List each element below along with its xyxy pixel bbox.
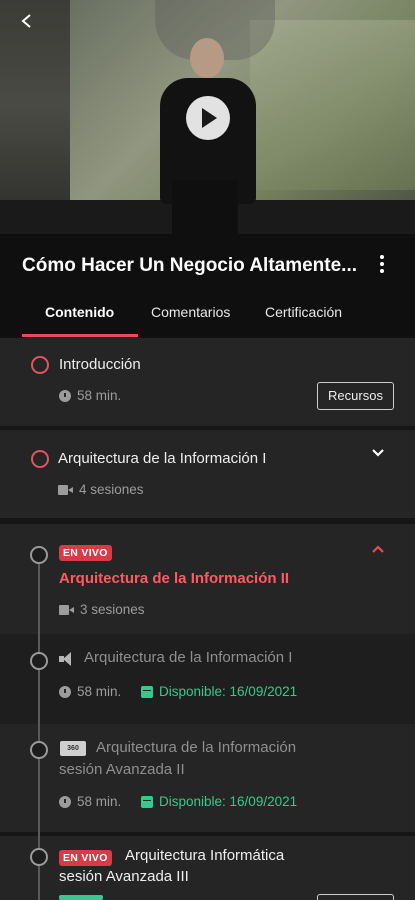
sessions-text: 4 sesiones [79,482,144,497]
lesson-availability: Disponible: 16/09/2021 [141,794,297,809]
video-camera-icon [59,604,74,615]
module-sessions: 3 sesiones [59,602,145,617]
more-options-button[interactable] [372,252,392,280]
status-chip [59,895,103,900]
video-background-light [250,20,415,190]
module-arquitectura-2[interactable]: EN VIVO Arquitectura de la Información I… [0,524,415,634]
lesson-item[interactable]: EN VIVO Arquitectura Informática sesión … [0,836,415,900]
tab-comentarios[interactable]: Comentarios [151,304,230,320]
resources-button[interactable]: Recursos [317,382,394,410]
calendar-icon [141,795,153,808]
sessions-text: 3 sesiones [80,602,145,617]
arrow-left-icon [21,14,31,28]
play-button[interactable] [186,96,230,140]
clock-icon [59,685,71,698]
course-title: Cómo Hacer Un Negocio Altamente... [22,255,358,276]
clock-icon [59,389,71,402]
clock-icon [59,795,71,808]
duration-text: 58 min. [77,794,122,809]
more-vertical-icon [372,255,392,273]
document-icon: 360 [60,741,86,756]
module-title: Introducción [59,356,141,373]
course-header: Cómo Hacer Un Negocio Altamente... Conte… [0,234,415,338]
duration-text: 58 min. [77,684,122,699]
module-arquitectura-1[interactable]: Arquitectura de la Información I 4 sesio… [0,430,415,518]
lesson-item[interactable]: Arquitectura de la Información I 58 min.… [0,634,415,724]
duration-text: 58 min. [77,388,122,403]
back-button[interactable] [12,8,42,34]
lesson-duration: 58 min. [59,684,121,699]
progress-circle [31,450,49,468]
lesson-title: Arquitectura de la Información I [84,649,293,666]
calendar-icon [141,685,153,698]
tab-contenido[interactable]: Contenido [45,304,114,320]
lesson-duration: 58 min. [59,794,121,809]
lesson-title-line1: Arquitectura Informática [125,847,285,864]
lesson-title-line1: Arquitectura de la Información [96,739,297,756]
module-title: Arquitectura de la Información II [59,570,290,587]
video-camera-icon [58,484,73,495]
tab-certificacion[interactable]: Certificación [265,304,342,320]
timeline-node [30,652,48,670]
availability-text: Disponible: 16/09/2021 [159,684,298,699]
progress-circle [31,356,49,374]
module-sessions: 4 sesiones [58,482,144,497]
chevron-down-icon[interactable] [370,445,386,461]
active-tab-indicator [22,334,138,337]
availability-text: Disponible: 16/09/2021 [159,794,298,809]
lesson-action-button[interactable] [317,894,394,900]
live-badge: EN VIVO [59,545,112,561]
speaker-head [190,38,224,78]
lesson-title-line2: sesión Avanzada III [59,868,189,885]
audio-icon [59,652,75,666]
play-icon [202,108,217,128]
lesson-availability: Disponible: 16/09/2021 [141,684,297,699]
timeline-node [30,848,48,866]
module-title: Arquitectura de la Información I [58,450,267,467]
timeline-node [30,546,48,564]
video-player[interactable] [0,0,415,234]
module-introduccion[interactable]: Introducción 58 min. Recursos [0,338,415,426]
lesson-title-line2: sesión Avanzada II [59,761,185,778]
speaker-legs [172,180,238,234]
chevron-up-icon[interactable] [370,541,386,557]
live-badge: EN VIVO [59,850,112,866]
module-duration: 58 min. [59,388,121,403]
timeline-node [30,741,48,759]
lesson-item[interactable]: 360 Arquitectura de la Información sesió… [0,724,415,832]
content-list[interactable]: Introducción 58 min. Recursos Arquitectu… [0,338,415,900]
tab-bar: Contenido Comentarios Certificación [0,298,415,338]
